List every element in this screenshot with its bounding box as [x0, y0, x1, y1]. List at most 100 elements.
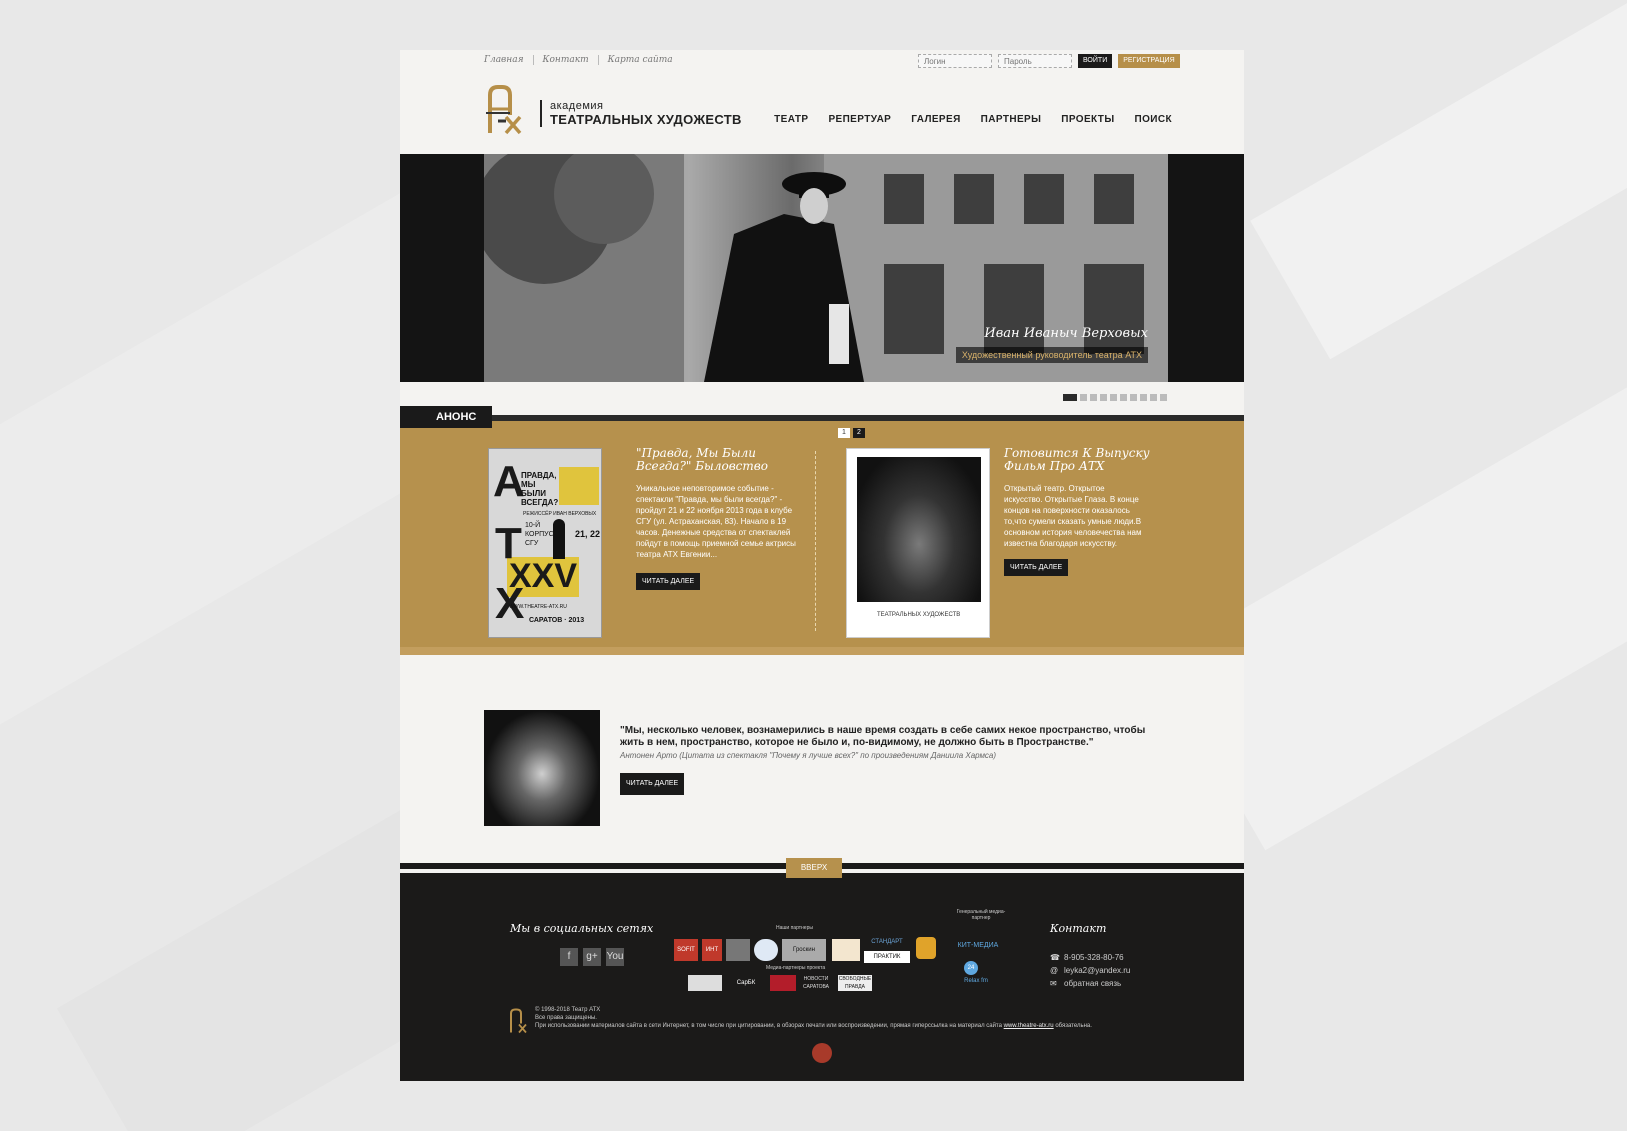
slider-dot[interactable]: [1150, 394, 1157, 401]
partners-label: Наши партнеры: [776, 925, 813, 931]
nav-item-gallery[interactable]: ГАЛЕРЕЯ: [911, 114, 960, 125]
notice-pre: При использовании материалов сайта в сет…: [535, 1023, 1004, 1029]
card1-read-more-button[interactable]: ЧИТАТЬ ДАЛЕЕ: [636, 573, 701, 590]
slider-dot[interactable]: [1100, 394, 1107, 401]
partner-logo[interactable]: [726, 939, 750, 961]
login-button[interactable]: ВОЙТИ: [1078, 54, 1113, 68]
nav-item-partners[interactable]: ПАРТНЕРЫ: [981, 114, 1042, 125]
youtube-icon[interactable]: You: [606, 948, 624, 966]
nav-item-projects[interactable]: ПРОЕКТЫ: [1061, 114, 1114, 125]
topnav-sitemap-link[interactable]: Карта сайта: [599, 55, 682, 65]
at-icon: @: [1050, 966, 1059, 975]
slider-dot[interactable]: [1090, 394, 1097, 401]
hero-role: Художественный руководитель театра АТХ: [955, 347, 1148, 363]
media-partner-logo[interactable]: СарБК: [726, 975, 766, 991]
logo-text: академия ТЕАТРАЛЬНЫХ ХУДОЖЕСТВ: [540, 100, 742, 127]
partner-logo[interactable]: [916, 937, 936, 959]
nav-item-search[interactable]: ПОИСК: [1135, 114, 1172, 125]
contact-feedback[interactable]: ✉ обратная связь: [1050, 979, 1121, 988]
slider-dots: [1063, 394, 1167, 401]
quote-read-more-button[interactable]: ЧИТАТЬ ДАЛЕЕ: [620, 773, 685, 795]
slider-dot[interactable]: [1130, 394, 1137, 401]
footer: Мы в социальных сетях f g+ You Наши парт…: [400, 873, 1244, 1081]
footer-logo-icon: [510, 1008, 527, 1034]
pager-page-1[interactable]: 1: [838, 428, 850, 438]
contact-email[interactable]: @ leyka2@yandex.ru: [1050, 966, 1130, 975]
film-photo[interactable]: ТЕАТРАЛЬНЫХ ХУДОЖЕСТВ: [846, 448, 990, 638]
nav-item-repertoire[interactable]: РЕПЕРТУАР: [828, 114, 891, 125]
password-input[interactable]: [998, 54, 1072, 68]
slider-dot[interactable]: [1080, 394, 1087, 401]
logo-line2: ТЕАТРАЛЬНЫХ ХУДОЖЕСТВ: [550, 112, 742, 127]
partner-logo[interactable]: SOFIT: [674, 939, 698, 961]
card2-read-more-button[interactable]: ЧИТАТЬ ДАЛЕЕ: [1004, 559, 1069, 576]
login-form: ВОЙТИ РЕГИСТРАЦИЯ: [918, 54, 1180, 68]
partner-logo[interactable]: ПРАКТИК: [864, 951, 910, 963]
contact-title: Контакт: [1050, 922, 1107, 935]
hero-name: Иван Иваныч Верховых: [984, 326, 1148, 341]
poster-dates: 21, 22: [575, 529, 601, 539]
slider-dot[interactable]: [1063, 394, 1077, 401]
copyright-text: © 1998-2018 Театр АТХ: [535, 1007, 601, 1013]
contact-email-text[interactable]: leyka2@yandex.ru: [1064, 966, 1130, 975]
notice-link[interactable]: www.theatre-atx.ru: [1004, 1023, 1054, 1029]
poster-yellow-block: [559, 467, 599, 505]
seal-icon: [812, 1043, 832, 1063]
partner-logo[interactable]: [754, 939, 778, 961]
atx-logo-icon[interactable]: [484, 85, 524, 135]
film-photo-logo: ТЕАТРАЛЬНЫХ ХУДОЖЕСТВ: [877, 612, 961, 618]
topnav-contact-link[interactable]: Контакт: [534, 55, 599, 65]
media-partner-logo[interactable]: [770, 975, 796, 991]
quote-author: Антонен Арто (Цитата из спектакля "Почем…: [620, 751, 997, 760]
quote-block: "Мы, несколько человек, вознамерились в …: [620, 725, 1160, 760]
contact-phone: ☎ 8-905-328-80-76: [1050, 953, 1124, 962]
event-poster[interactable]: А Т Х XXV ПРАВДА, МЫ БЫЛИ ВСЕГДА? РЕЖИСС…: [488, 448, 602, 638]
background-plane: [1250, 0, 1627, 360]
register-button[interactable]: РЕГИСТРАЦИЯ: [1118, 54, 1180, 68]
facebook-icon[interactable]: f: [560, 948, 578, 966]
nav-item-theatre[interactable]: ТЕАТР: [774, 114, 808, 125]
main-nav: ТЕАТР РЕПЕРТУАР ГАЛЕРЕЯ ПАРТНЕРЫ ПРОЕКТЫ…: [774, 114, 1172, 125]
google-plus-icon[interactable]: g+: [583, 948, 601, 966]
partner-logo[interactable]: [832, 939, 860, 961]
general-partner-logo[interactable]: Relax fm: [956, 975, 996, 987]
notice-text: При использовании материалов сайта в сет…: [535, 1022, 1092, 1030]
media-partner-logo[interactable]: [688, 975, 722, 991]
poster-letter-a: А: [493, 457, 525, 506]
copyright-block: © 1998-2018 Театр АТХ Все права защищены…: [535, 1006, 1092, 1030]
card2-title[interactable]: Готовится К Выпуску Фильм Про АТХ: [1004, 447, 1154, 473]
hero-caption: Иван Иваныч Верховых Художественный руко…: [955, 326, 1148, 363]
rights-text: Все права защищены.: [535, 1015, 597, 1021]
poster-figure: [553, 519, 565, 559]
media-partner-logo[interactable]: СВОБОДНЫЕ ПРАВДА: [838, 975, 872, 991]
poster-city: САРАТОВ · 2013: [529, 617, 585, 624]
slider-dot[interactable]: [1160, 394, 1167, 401]
back-to-top-button[interactable]: ВВЕРХ: [786, 858, 842, 878]
general-partner-logo[interactable]: КИТ-МЕДИА: [956, 931, 1000, 955]
partner-logo[interactable]: ИНТ: [702, 939, 722, 961]
slider-dot[interactable]: [1120, 394, 1127, 401]
general-partner-label: Генеральный медиа-партнер: [956, 909, 1006, 921]
topnav-home-link[interactable]: Главная: [484, 55, 534, 65]
poster-director: РЕЖИССЁР ИВАН ВЕРХОВЫХ: [523, 511, 597, 517]
card1-title[interactable]: "Правда, Мы Были Всегда?" Быловство: [636, 447, 796, 473]
hero-slider: Иван Иваныч Верховых Художественный руко…: [400, 154, 1244, 382]
general-partner-logo[interactable]: 24: [964, 961, 978, 975]
contact-phone-text: 8-905-328-80-76: [1064, 953, 1124, 962]
contact-feedback-text[interactable]: обратная связь: [1064, 979, 1121, 988]
social-icons: f g+ You: [560, 948, 624, 966]
pager-page-2[interactable]: 2: [853, 428, 865, 438]
partner-logo[interactable]: Гроскин: [782, 939, 826, 961]
poster-site: WWW.THEATRE-ATX.RU: [509, 604, 567, 610]
anons-section: А Т Х XXV ПРАВДА, МЫ БЫЛИ ВСЕГДА? РЕЖИСС…: [400, 415, 1244, 655]
social-title: Мы в социальных сетях: [510, 922, 654, 935]
slider-dot[interactable]: [1140, 394, 1147, 401]
media-partner-logo[interactable]: НОВОСТИ САРАТОВА: [800, 975, 832, 991]
slider-dot[interactable]: [1110, 394, 1117, 401]
card-divider: [815, 451, 816, 631]
partner-logo[interactable]: СТАНДАРТ: [864, 935, 910, 949]
card1-text: Уникальное неповторимое событие - спекта…: [636, 484, 796, 559]
card2-text: Открытый театр. Открытое искусство. Откр…: [1004, 484, 1142, 548]
login-input[interactable]: [918, 54, 992, 68]
quote-photo[interactable]: [484, 710, 600, 826]
